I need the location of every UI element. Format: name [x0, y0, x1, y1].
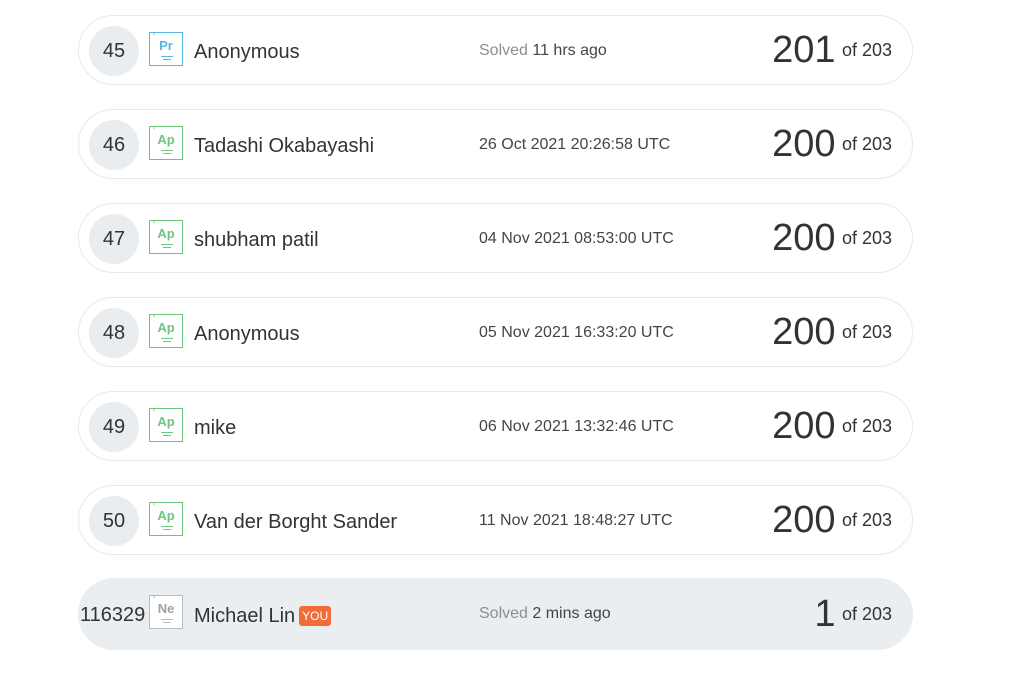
level-badge-icon: ' Ap: [149, 314, 183, 348]
time-prefix: Solved: [479, 605, 528, 622]
player-name[interactable]: Tadashi Okabayashi: [194, 133, 374, 159]
level-badge-icon: ' Ap: [149, 126, 183, 160]
score: 200 of 203: [772, 218, 892, 258]
score-value: 200: [772, 217, 836, 259]
score-value: 200: [772, 311, 836, 353]
badge-symbol: Ap: [157, 226, 175, 241]
rank-number: 48: [89, 308, 139, 358]
score-value: 200: [772, 405, 836, 447]
solved-time: 11 Nov 2021 18:48:27 UTC: [479, 512, 673, 529]
rank-number: 47: [89, 214, 139, 264]
score-value: 200: [772, 499, 836, 541]
player-name[interactable]: mike: [194, 415, 236, 441]
badge-symbol: Ne: [157, 601, 175, 616]
level-badge-icon: ' Pr: [149, 32, 183, 66]
rank-number: 116329: [80, 604, 146, 626]
player-name-wrap: Michael Lin YOU: [194, 603, 332, 629]
leaderboard-row[interactable]: 45 ' Pr Anonymous Solved 11 hrs ago 201 …: [78, 15, 913, 85]
score-total: of 203: [841, 510, 892, 530]
score-total: of 203: [841, 322, 892, 342]
level-badge-icon: ' Ap: [149, 408, 183, 442]
level-badge-icon: ' Ap: [149, 220, 183, 254]
rank-number: 49: [89, 402, 139, 452]
time-value: 2 mins ago: [532, 605, 611, 622]
rank-number: 45: [89, 26, 139, 76]
score: 1 of 203: [814, 594, 892, 634]
leaderboard-row[interactable]: 50 ' Ap Van der Borght Sander 11 Nov 202…: [78, 485, 913, 555]
level-badge-icon: ' Ne: [149, 595, 183, 629]
you-badge: YOU: [299, 606, 332, 626]
score-value: 1: [814, 593, 836, 635]
player-name[interactable]: Anonymous: [194, 39, 300, 65]
solved-time: 05 Nov 2021 16:33:20 UTC: [479, 324, 674, 341]
player-name[interactable]: Michael Lin: [194, 605, 295, 627]
badge-symbol: Ap: [157, 508, 175, 523]
score-total: of 203: [841, 416, 892, 436]
score-value: 200: [772, 123, 836, 165]
rank-number: 50: [89, 496, 139, 546]
score-total: of 203: [841, 228, 892, 248]
solved-time: Solved 2 mins ago: [479, 604, 611, 624]
rank-number: 46: [89, 120, 139, 170]
score: 200 of 203: [772, 312, 892, 352]
score: 201 of 203: [772, 30, 892, 70]
solved-time: Solved 11 hrs ago: [479, 41, 607, 61]
player-name[interactable]: Anonymous: [194, 321, 300, 347]
player-name[interactable]: Van der Borght Sander: [194, 509, 397, 535]
score: 200 of 203: [772, 406, 892, 446]
score: 200 of 203: [772, 500, 892, 540]
solved-time: 06 Nov 2021 13:32:46 UTC: [479, 418, 674, 435]
leaderboard-row[interactable]: 48 ' Ap Anonymous 05 Nov 2021 16:33:20 U…: [78, 297, 913, 367]
solved-time: 04 Nov 2021 08:53:00 UTC: [479, 230, 674, 247]
solved-time: 26 Oct 2021 20:26:58 UTC: [479, 136, 671, 153]
score-total: of 203: [841, 134, 892, 154]
player-name[interactable]: shubham patil: [194, 227, 319, 253]
badge-symbol: Ap: [157, 320, 175, 335]
score-total: of 203: [841, 604, 892, 624]
time-prefix: Solved: [479, 42, 528, 59]
badge-symbol: Ap: [157, 414, 175, 429]
leaderboard-row[interactable]: 49 ' Ap mike 06 Nov 2021 13:32:46 UTC 20…: [78, 391, 913, 461]
score: 200 of 203: [772, 124, 892, 164]
leaderboard-row[interactable]: 47 ' Ap shubham patil 04 Nov 2021 08:53:…: [78, 203, 913, 273]
level-badge-icon: ' Ap: [149, 502, 183, 536]
score-total: of 203: [841, 40, 892, 60]
current-user-row[interactable]: 116329 ' Ne Michael Lin YOU Solved 2 mins…: [78, 578, 913, 650]
badge-symbol: Ap: [157, 132, 175, 147]
score-value: 201: [772, 29, 836, 71]
leaderboard-row[interactable]: 46 ' Ap Tadashi Okabayashi 26 Oct 2021 2…: [78, 109, 913, 179]
badge-symbol: Pr: [159, 38, 173, 53]
time-value: 11 hrs ago: [532, 42, 607, 59]
